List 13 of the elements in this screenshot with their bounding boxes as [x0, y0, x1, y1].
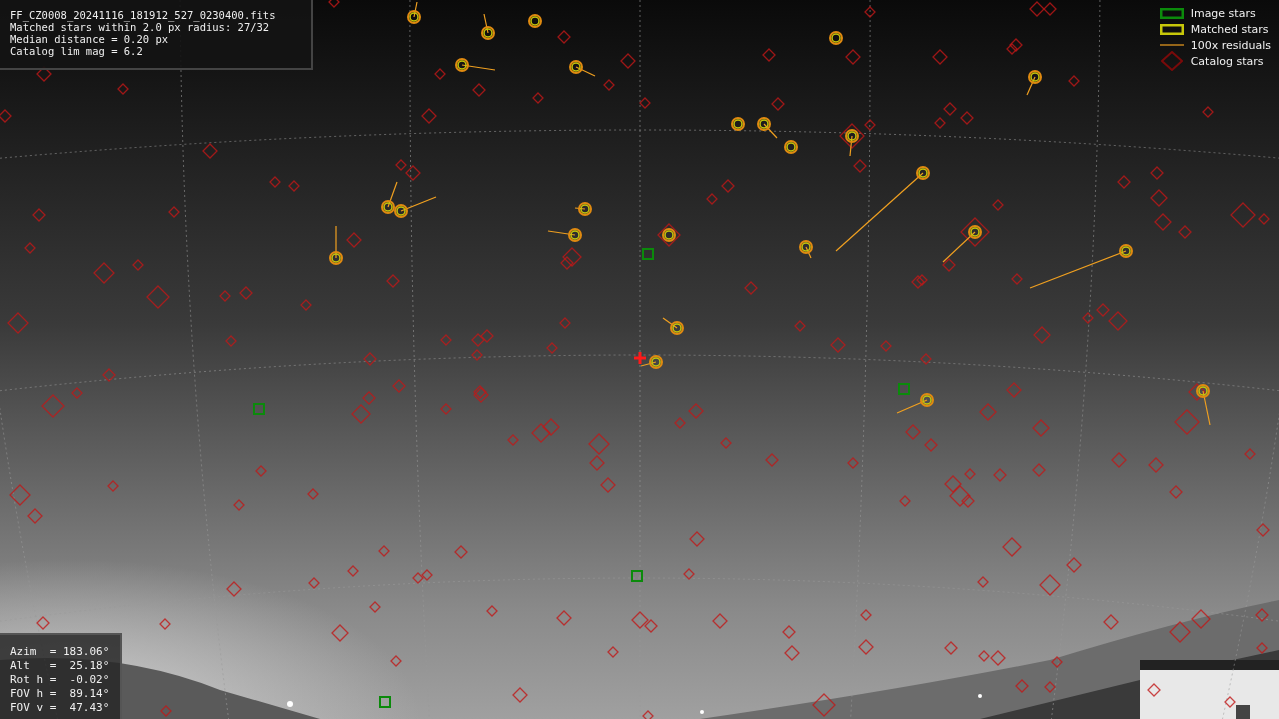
pointing-line: Rot h = -0.02°: [10, 673, 111, 687]
pointing-line: FOV h = 89.14°: [10, 687, 111, 701]
info-line: FF_CZ0008_20241116_181912_527_0230400.fits: [10, 9, 277, 21]
legend-label: Matched stars: [1190, 22, 1269, 36]
pointing-line: FOV v = 47.43°: [10, 701, 111, 715]
info-line: Matched stars within 2.0 px radius: 27/32: [10, 21, 270, 33]
pointing-line: Alt = 25.18°: [10, 659, 111, 673]
info-line: Median distance = 0.20 px: [10, 33, 170, 45]
legend-label: Catalog stars: [1190, 54, 1264, 68]
info-line: Catalog lim mag = 6.2: [10, 45, 144, 57]
pointing-line: Azim = 183.06°: [10, 645, 111, 659]
legend-label: Image stars: [1190, 6, 1256, 20]
legend-label: 100x residuals: [1190, 38, 1271, 52]
